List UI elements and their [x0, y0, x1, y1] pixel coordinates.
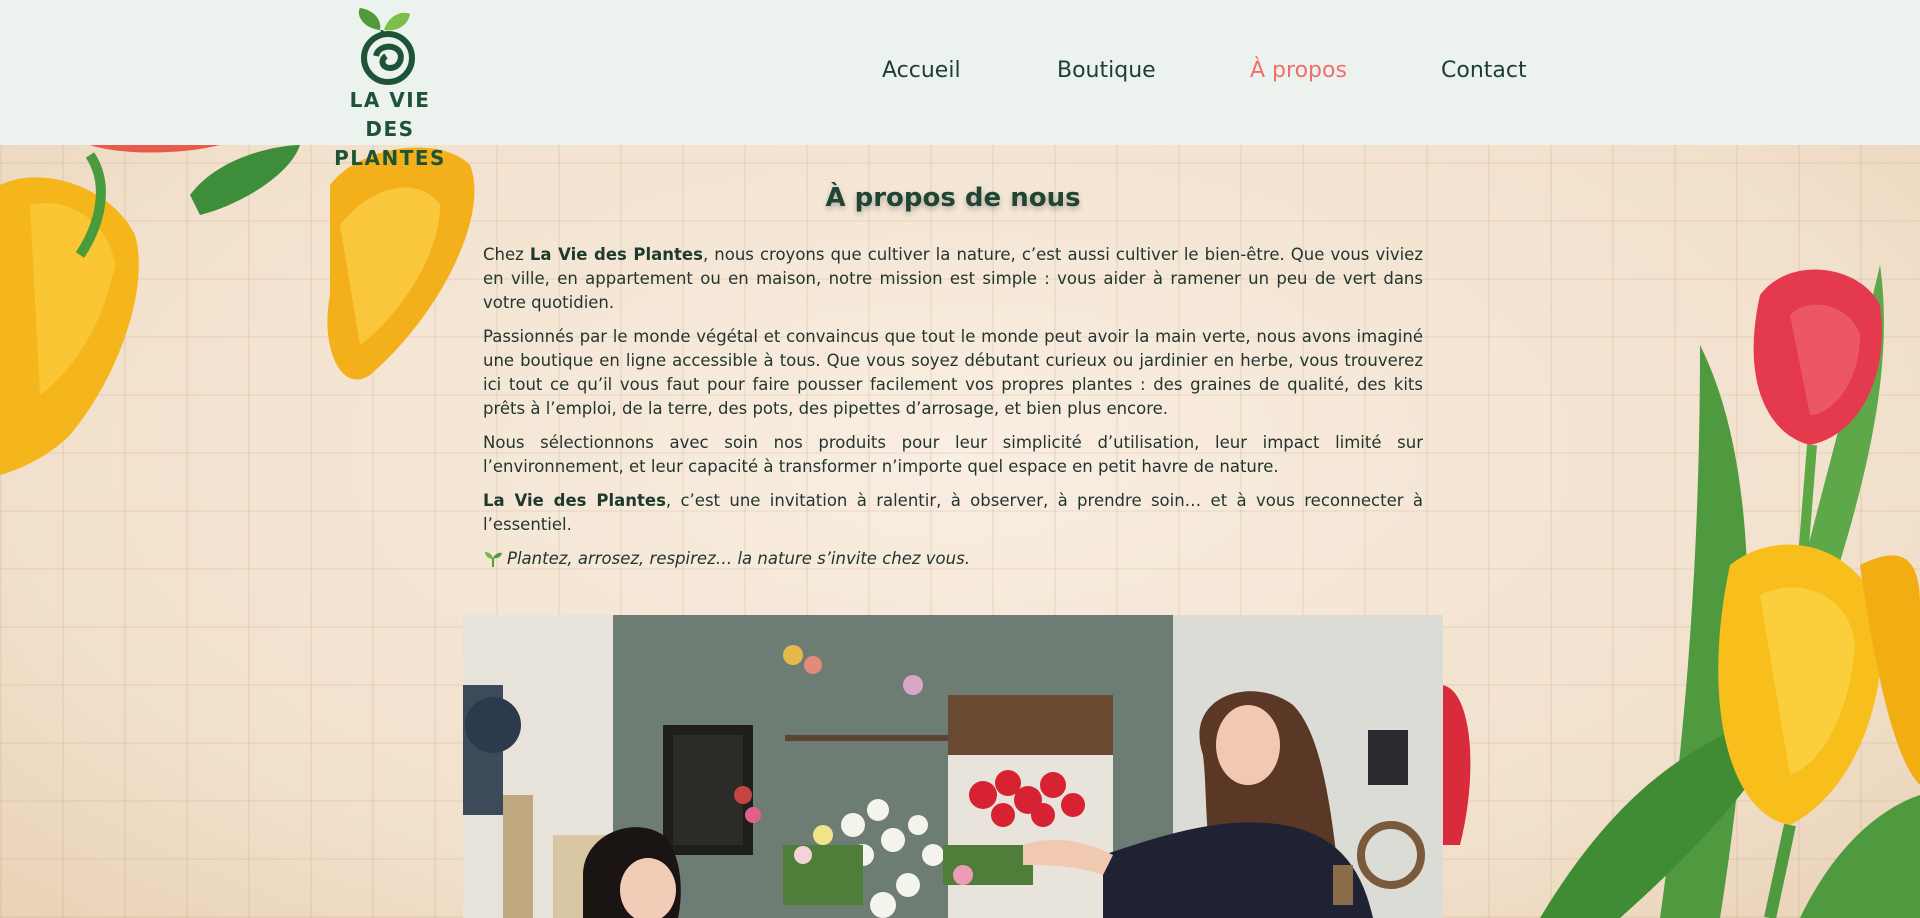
- brand-logo[interactable]: LA VIE DES PLANTES: [322, 6, 458, 170]
- plant-logo-icon: [358, 8, 415, 85]
- about-tagline: Plantez, arrosez, respirez… la nature s’…: [483, 547, 1423, 571]
- nav-contact[interactable]: Contact: [1441, 56, 1527, 86]
- brand-name: LA VIE DES PLANTES: [322, 86, 458, 173]
- tagline-text: Plantez, arrosez, respirez… la nature s’…: [507, 549, 970, 568]
- p1-pre: Chez: [483, 245, 530, 264]
- page-title: À propos de nous: [825, 183, 1081, 213]
- about-paragraph-2: Passionnés par le monde végétal et conva…: [483, 327, 1423, 418]
- about-paragraph-4: La Vie des Plantes, c’est une invitation…: [483, 489, 1423, 537]
- flower-shop-photo: [463, 615, 1443, 918]
- florists-illustration: [463, 615, 1443, 918]
- nav-boutique[interactable]: Boutique: [1057, 56, 1156, 86]
- nav-a-propos[interactable]: À propos: [1250, 56, 1347, 86]
- about-paragraph-3: Nous sélectionnons avec soin nos produit…: [483, 433, 1423, 476]
- about-paragraph-1: Chez La Vie des Plantes, nous croyons qu…: [483, 243, 1423, 315]
- seedling-icon: [485, 552, 502, 567]
- about-section: À propos de nous Chez La Vie des Plantes…: [483, 183, 1423, 581]
- brand-line-1: LA VIE DES: [349, 88, 431, 141]
- nav-accueil[interactable]: Accueil: [882, 56, 961, 86]
- site-header: LA VIE DES PLANTES Accueil Boutique À pr…: [0, 0, 1920, 170]
- p4-brand: La Vie des Plantes: [483, 491, 666, 510]
- p1-brand: La Vie des Plantes: [529, 245, 703, 264]
- brand-line-2: PLANTES: [334, 146, 446, 170]
